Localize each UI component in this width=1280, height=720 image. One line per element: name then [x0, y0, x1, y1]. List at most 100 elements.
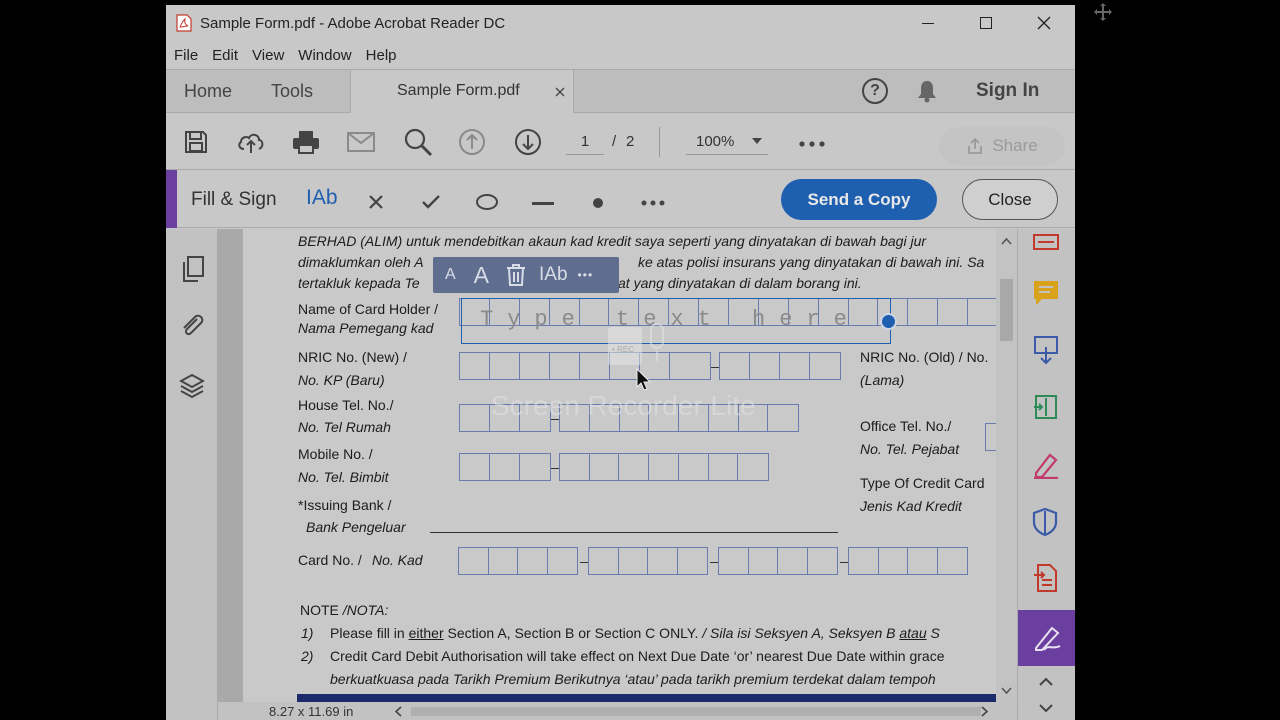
- circle-tool-icon[interactable]: [476, 194, 498, 210]
- card-no-boxes-2[interactable]: [588, 547, 708, 575]
- label-card-type-my: Jenis Kad Kredit: [860, 498, 962, 514]
- chevron-down-icon: [752, 138, 762, 144]
- next-page-icon[interactable]: [513, 127, 543, 157]
- zoom-dropdown[interactable]: 100%: [686, 127, 768, 155]
- card-no-boxes-4[interactable]: [848, 547, 968, 575]
- sign-in-link[interactable]: Sign In: [976, 70, 1039, 112]
- label-house-tel: House Tel. No./: [298, 397, 394, 413]
- menu-window[interactable]: Window: [298, 47, 351, 64]
- note-1-text: Please fill in either Section A, Section…: [330, 625, 940, 641]
- send-a-copy-button[interactable]: Send a Copy: [781, 179, 937, 220]
- line-tool-icon[interactable]: [532, 202, 554, 205]
- delete-trash-icon[interactable]: [505, 263, 527, 287]
- menu-file[interactable]: File: [174, 47, 198, 64]
- menu-help[interactable]: Help: [366, 47, 397, 64]
- more-tools-icon[interactable]: [799, 141, 825, 147]
- close-window-button[interactable]: [1015, 5, 1073, 41]
- mobile-boxes-1[interactable]: [459, 453, 551, 481]
- card-no-boxes-1[interactable]: [458, 547, 578, 575]
- page-number-input[interactable]: 1: [566, 129, 604, 155]
- more-options-icon[interactable]: [641, 200, 665, 206]
- note-1-part-f: S: [926, 625, 940, 641]
- attachment-paperclip-icon[interactable]: [179, 311, 205, 339]
- previous-page-icon[interactable]: [457, 127, 487, 157]
- hscroll-left-arrow-icon[interactable]: [394, 706, 402, 717]
- label-card-no: Card No. /: [298, 552, 362, 568]
- move-cursor-icon: [1093, 2, 1113, 22]
- compare-files-icon[interactable]: [1032, 335, 1060, 365]
- maximize-button[interactable]: [957, 5, 1015, 41]
- page-thumbnails-icon[interactable]: [181, 255, 205, 283]
- tab-document[interactable]: Sample Form.pdf: [350, 70, 574, 113]
- cloud-upload-icon[interactable]: [236, 127, 266, 157]
- scroll-up-arrow-icon[interactable]: [1001, 237, 1012, 245]
- notification-bell-icon[interactable]: [916, 79, 938, 103]
- note-my: /NOTA:: [338, 602, 389, 618]
- mouse-pointer-icon: [636, 368, 652, 391]
- note-heading: NOTE /NOTA:: [300, 602, 388, 618]
- print-icon[interactable]: [291, 127, 321, 157]
- issuing-bank-line[interactable]: [430, 532, 838, 533]
- tab-close-icon[interactable]: [555, 87, 565, 97]
- zoom-search-icon[interactable]: [403, 127, 433, 157]
- left-navigation-pane: [166, 229, 235, 720]
- create-pdf-icon[interactable]: [1032, 563, 1060, 593]
- note-1-part-d: / Sila isi Seksyen A, Seksyen B: [698, 625, 900, 641]
- share-button[interactable]: Share: [939, 127, 1065, 165]
- zoom-value: 100%: [696, 133, 735, 150]
- fill-sign-toolbar: Fill & Sign IAb Send a Copy Close: [166, 170, 1075, 228]
- cross-mark-icon[interactable]: [369, 195, 383, 209]
- resize-handle-icon[interactable]: [880, 313, 897, 330]
- note-1-part-a: Please fill in: [330, 625, 409, 641]
- add-text-tool[interactable]: IAb: [306, 186, 338, 210]
- card-no-dash-1: [580, 562, 588, 563]
- fill-sign-tool-selected[interactable]: [1018, 610, 1075, 666]
- hscroll-right-arrow-icon[interactable]: [981, 706, 989, 717]
- nric-new-boxes-2[interactable]: [719, 352, 841, 380]
- acrobat-pdf-icon: [176, 14, 192, 32]
- fill-sign-pen-icon: [1035, 626, 1061, 651]
- rail-scroll-up-icon[interactable]: [1039, 677, 1053, 686]
- protect-shield-icon[interactable]: [1032, 507, 1058, 537]
- minimize-button[interactable]: [899, 5, 957, 41]
- label-card-type: Type Of Credit Card: [860, 475, 985, 491]
- scroll-down-arrow-icon[interactable]: [1001, 687, 1012, 695]
- check-mark-icon[interactable]: [422, 195, 440, 209]
- organize-pages-icon[interactable]: [1032, 233, 1060, 251]
- edit-pdf-icon[interactable]: [1032, 451, 1060, 479]
- close-fill-sign-button[interactable]: Close: [962, 179, 1058, 220]
- menu-view[interactable]: View: [252, 47, 284, 64]
- tab-home[interactable]: Home: [184, 70, 232, 112]
- status-bar: 8.27 x 11.69 in: [218, 702, 1017, 720]
- note-en: NOTE: [300, 602, 339, 618]
- text-style-button[interactable]: IAb: [539, 264, 568, 286]
- tab-bar: Home Tools Sample Form.pdf ? Sign In: [166, 69, 1075, 113]
- decrease-font-size-button[interactable]: A: [445, 266, 456, 284]
- layers-icon[interactable]: [179, 372, 205, 400]
- tab-tools[interactable]: Tools: [271, 70, 313, 112]
- note-2-number: 2): [301, 648, 314, 664]
- increase-font-size-button[interactable]: A: [474, 262, 489, 289]
- card-no-boxes-3[interactable]: [718, 547, 838, 575]
- label-office-tel-my: No. Tel. Pejabat: [860, 441, 960, 457]
- dot-tool-icon[interactable]: [593, 198, 603, 208]
- close-icon: [1037, 16, 1051, 30]
- comment-icon[interactable]: [1032, 279, 1060, 307]
- toolbar-more-button[interactable]: •••: [578, 268, 594, 282]
- vertical-scrollbar[interactable]: [996, 229, 1017, 702]
- note-2-line-2: berkuatkuasa pada Tarikh Premium Berikut…: [330, 671, 936, 687]
- para-line-2b: ke atas polisi insurans yang dinyatakan …: [638, 254, 985, 270]
- mobile-boxes-2[interactable]: [559, 453, 769, 481]
- save-icon[interactable]: [181, 127, 211, 157]
- label-name-my: Nama Pemegang kad: [298, 320, 434, 336]
- label-nric-new-my: No. KP (Baru): [298, 372, 385, 388]
- scrollbar-thumb[interactable]: [1000, 279, 1013, 341]
- horizontal-scrollbar-thumb[interactable]: [411, 707, 981, 716]
- menu-edit[interactable]: Edit: [212, 47, 238, 64]
- email-icon[interactable]: [346, 127, 376, 157]
- label-office-tel: Office Tel. No./: [860, 418, 952, 434]
- export-pdf-icon[interactable]: [1032, 392, 1060, 422]
- label-mobile-my: No. Tel. Bimbit: [298, 469, 389, 485]
- help-icon[interactable]: ?: [862, 78, 888, 104]
- rail-scroll-down-icon[interactable]: [1039, 704, 1053, 713]
